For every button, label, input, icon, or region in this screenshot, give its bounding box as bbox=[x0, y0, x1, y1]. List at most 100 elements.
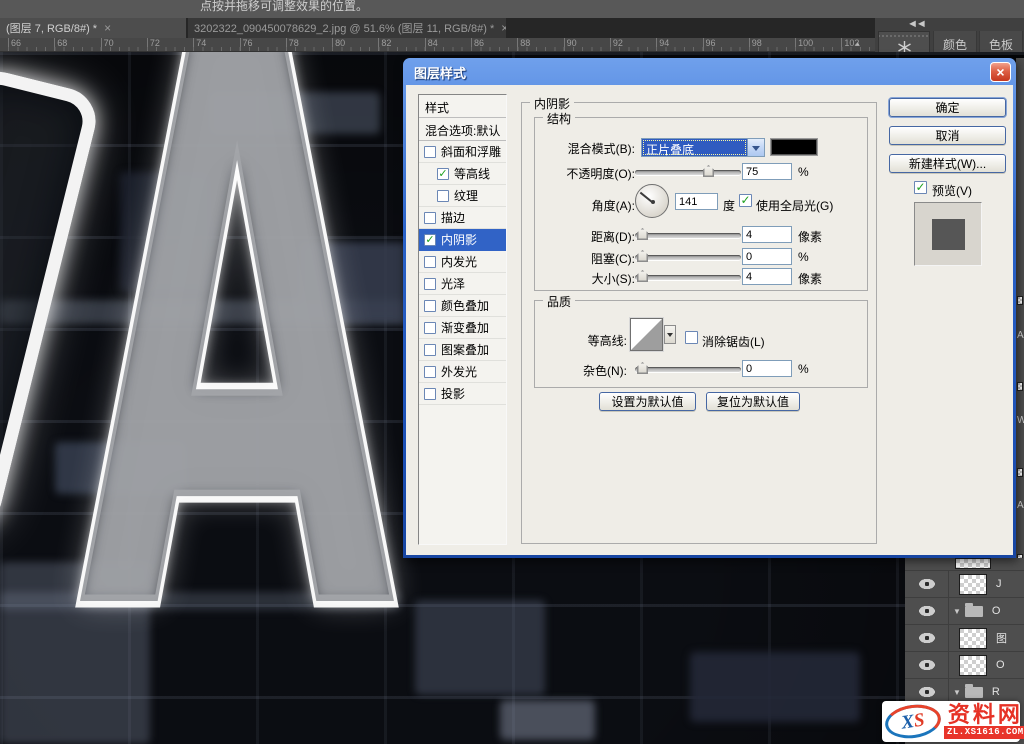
new-style-button[interactable]: 新建样式(W)... bbox=[889, 154, 1006, 173]
blend-mode-value: 正片叠底 bbox=[642, 139, 747, 156]
style-checkbox[interactable] bbox=[424, 256, 436, 268]
style-item[interactable]: 外发光 bbox=[419, 361, 506, 383]
ruler-number: 72 bbox=[147, 38, 160, 52]
visibility-cell[interactable] bbox=[905, 571, 949, 598]
document-tab-inactive[interactable]: 3202322_090450078629_2.jpg @ 51.6% (图层 1… bbox=[188, 18, 506, 38]
contour-dropdown-icon[interactable] bbox=[664, 325, 676, 344]
style-item[interactable]: 颜色叠加 bbox=[419, 295, 506, 317]
style-checkbox[interactable] bbox=[424, 278, 436, 290]
slider-thumb[interactable] bbox=[637, 228, 648, 240]
visibility-cell[interactable] bbox=[905, 598, 949, 625]
style-checkbox[interactable] bbox=[424, 300, 436, 312]
cancel-button[interactable]: 取消 bbox=[889, 126, 1006, 145]
ruler-number: 88 bbox=[517, 38, 530, 52]
layer-thumbnail[interactable] bbox=[959, 628, 987, 649]
style-item[interactable]: 图案叠加 bbox=[419, 339, 506, 361]
style-item-label: 颜色叠加 bbox=[441, 297, 489, 314]
eye-icon[interactable] bbox=[919, 578, 935, 590]
reset-default-button[interactable]: 复位为默认值 bbox=[706, 392, 800, 411]
angle-dial[interactable] bbox=[635, 184, 669, 218]
dialog-titlebar[interactable]: 图层样式 × bbox=[403, 58, 1016, 85]
eye-icon[interactable] bbox=[919, 686, 935, 698]
watermark-letter: S bbox=[913, 709, 926, 731]
tab-close-icon[interactable]: × bbox=[501, 21, 506, 35]
set-default-button[interactable]: 设置为默认值 bbox=[599, 392, 696, 411]
size-input[interactable] bbox=[742, 268, 792, 285]
global-light-checkbox[interactable]: ✓ bbox=[739, 194, 752, 207]
layer-row[interactable]: O bbox=[905, 651, 1024, 678]
blend-mode-select[interactable]: 正片叠底 bbox=[641, 138, 765, 157]
shadow-color-swatch[interactable] bbox=[771, 139, 817, 155]
ok-button[interactable]: 确定 bbox=[889, 98, 1006, 117]
angle-input[interactable] bbox=[675, 193, 718, 210]
close-icon[interactable]: × bbox=[990, 62, 1011, 82]
choke-slider[interactable] bbox=[635, 255, 741, 260]
styles-list-items: 斜面和浮雕✓等高线纹理描边✓内阴影内发光光泽颜色叠加渐变叠加图案叠加外发光投影 bbox=[419, 141, 506, 405]
contour-label: 等高线: bbox=[535, 332, 627, 349]
preview-checkbox[interactable]: ✓ bbox=[914, 181, 927, 194]
tab-close-icon[interactable]: × bbox=[104, 21, 111, 35]
layer-thumbnail[interactable] bbox=[959, 655, 987, 676]
expand-arrow-icon[interactable]: ▼ bbox=[953, 688, 961, 697]
dialog-content: 样式 混合选项:默认 斜面和浮雕✓等高线纹理描边✓内阴影内发光光泽颜色叠加渐变叠… bbox=[406, 85, 1013, 555]
style-checkbox[interactable] bbox=[424, 212, 436, 224]
layer-thumbnail[interactable] bbox=[959, 574, 987, 595]
style-item[interactable]: 内发光 bbox=[419, 251, 506, 273]
style-checkbox[interactable] bbox=[424, 344, 436, 356]
style-item[interactable]: 投影 bbox=[419, 383, 506, 405]
style-item[interactable]: 斜面和浮雕 bbox=[419, 141, 506, 163]
opacity-unit: % bbox=[798, 165, 809, 179]
slider-thumb[interactable] bbox=[637, 270, 648, 282]
visibility-cell[interactable] bbox=[905, 625, 949, 652]
distance-slider[interactable] bbox=[635, 233, 741, 238]
folder-icon bbox=[965, 606, 983, 617]
slider-thumb[interactable] bbox=[637, 362, 648, 374]
styles-header-item[interactable]: 样式 bbox=[419, 95, 506, 118]
style-item[interactable]: 描边 bbox=[419, 207, 506, 229]
clipped-layer-thumbnail bbox=[1017, 468, 1023, 477]
slider-thumb[interactable] bbox=[637, 250, 648, 262]
distance-input[interactable] bbox=[742, 226, 792, 243]
choke-input[interactable] bbox=[742, 248, 792, 265]
style-checkbox[interactable]: ✓ bbox=[437, 168, 449, 180]
expand-arrow-icon[interactable]: ▼ bbox=[953, 607, 961, 616]
clipped-layer-name: A bbox=[1017, 500, 1024, 511]
style-item[interactable]: ✓等高线 bbox=[419, 163, 506, 185]
style-item[interactable]: 渐变叠加 bbox=[419, 317, 506, 339]
antialias-checkbox[interactable] bbox=[685, 331, 698, 344]
ruler-number: 98 bbox=[749, 38, 762, 52]
document-tab-active[interactable]: (图层 7, RGB/8#) * × bbox=[0, 18, 186, 38]
contour-picker[interactable] bbox=[630, 318, 663, 351]
noise-input[interactable] bbox=[742, 360, 792, 377]
eye-icon[interactable] bbox=[919, 632, 935, 644]
eye-icon[interactable] bbox=[919, 605, 935, 617]
dialog-title: 图层样式 bbox=[414, 63, 466, 82]
collapse-panels-icon[interactable]: ◄◄ bbox=[907, 18, 925, 30]
distance-unit: 像素 bbox=[798, 228, 822, 245]
layer-style-dialog: 图层样式 × 样式 混合选项:默认 斜面和浮雕✓等高线纹理描边✓内阴影内发光光泽… bbox=[403, 58, 1016, 558]
layer-row[interactable]: ▼O bbox=[905, 597, 1024, 624]
style-checkbox[interactable] bbox=[424, 366, 436, 378]
blending-options-item[interactable]: 混合选项:默认 bbox=[419, 118, 506, 141]
style-item[interactable]: 光泽 bbox=[419, 273, 506, 295]
style-item[interactable]: 纹理 bbox=[419, 185, 506, 207]
opacity-slider[interactable] bbox=[635, 170, 741, 175]
style-checkbox[interactable] bbox=[424, 322, 436, 334]
style-checkbox[interactable]: ✓ bbox=[424, 234, 436, 246]
layer-row[interactable]: J bbox=[905, 570, 1024, 597]
noise-slider[interactable] bbox=[635, 367, 741, 372]
style-checkbox[interactable] bbox=[437, 190, 449, 202]
size-slider[interactable] bbox=[635, 275, 741, 280]
choke-unit: % bbox=[798, 250, 809, 264]
chevron-down-icon[interactable] bbox=[747, 139, 764, 156]
eye-icon[interactable] bbox=[919, 659, 935, 671]
style-checkbox[interactable] bbox=[424, 388, 436, 400]
preview-swatch bbox=[932, 219, 965, 250]
style-checkbox[interactable] bbox=[424, 146, 436, 158]
visibility-cell[interactable] bbox=[905, 652, 949, 679]
opacity-input[interactable] bbox=[742, 163, 792, 180]
layer-row[interactable]: 图 bbox=[905, 624, 1024, 651]
structure-legend: 结构 bbox=[543, 110, 575, 127]
style-item[interactable]: ✓内阴影 bbox=[419, 229, 506, 251]
slider-thumb[interactable] bbox=[703, 165, 714, 177]
